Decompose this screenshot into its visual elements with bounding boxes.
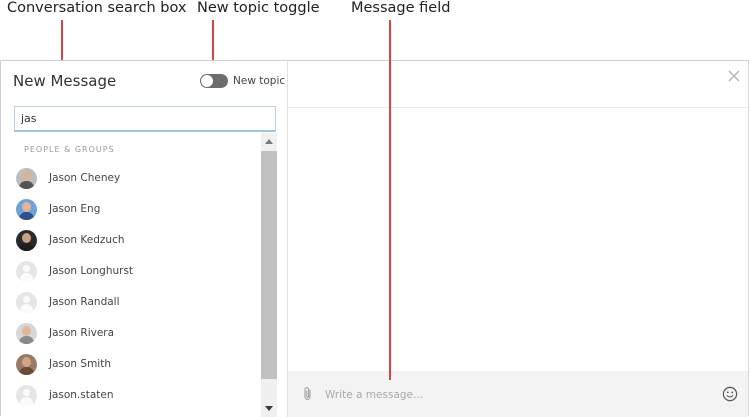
scroll-thumb[interactable] bbox=[261, 151, 277, 379]
smiley-icon[interactable] bbox=[722, 386, 738, 402]
avatar-placeholder bbox=[16, 292, 37, 313]
avatar bbox=[16, 168, 37, 189]
new-topic-toggle[interactable] bbox=[200, 74, 228, 88]
avatar bbox=[16, 323, 37, 344]
message-input[interactable] bbox=[323, 383, 707, 407]
result-name: Jason Longhurst bbox=[49, 265, 134, 277]
scroll-up-arrow-icon[interactable] bbox=[265, 139, 273, 144]
paperclip-icon[interactable] bbox=[301, 386, 315, 402]
new-message-dialog: New Message New topic PEOPLE & GROUPS Ja… bbox=[0, 60, 749, 417]
result-name: Jason Eng bbox=[49, 203, 101, 215]
header-divider bbox=[288, 107, 748, 108]
result-name: jason.staten bbox=[49, 389, 114, 401]
annotation-line-message bbox=[389, 20, 391, 380]
scroll-down-arrow-icon[interactable] bbox=[265, 406, 273, 411]
result-item[interactable]: Jason Rivera bbox=[1, 318, 261, 349]
result-name: Jason Randall bbox=[49, 296, 120, 308]
annotation-message-field: Message field bbox=[351, 0, 451, 16]
result-item[interactable]: Jason Kedzuch bbox=[1, 225, 261, 256]
avatar-placeholder bbox=[16, 261, 37, 282]
avatar bbox=[16, 199, 37, 220]
toggle-knob bbox=[201, 75, 213, 87]
annotation-new-topic-toggle: New topic toggle bbox=[197, 0, 320, 16]
result-item[interactable]: Jason Smith bbox=[1, 349, 261, 380]
new-topic-label: New topic bbox=[233, 75, 286, 87]
result-item[interactable]: Jason Eng bbox=[1, 194, 261, 225]
search-results-list: PEOPLE & GROUPS Jason Cheney Jason Eng J… bbox=[1, 133, 277, 417]
result-name: Jason Cheney bbox=[49, 172, 121, 184]
results-scrollbar[interactable] bbox=[261, 133, 277, 417]
annotation-search-box: Conversation search box bbox=[7, 0, 187, 16]
conversation-search-input[interactable] bbox=[14, 106, 276, 132]
section-label-people-groups: PEOPLE & GROUPS bbox=[24, 145, 115, 154]
recipient-pane: New Message New topic PEOPLE & GROUPS Ja… bbox=[1, 61, 288, 417]
result-name: Jason Kedzuch bbox=[49, 234, 125, 246]
result-item[interactable]: Jason Longhurst bbox=[1, 256, 261, 287]
close-icon[interactable] bbox=[727, 69, 741, 83]
conversation-pane bbox=[288, 61, 748, 417]
avatar-placeholder bbox=[16, 385, 37, 406]
compose-bar bbox=[288, 371, 748, 417]
result-item[interactable]: Jason Randall bbox=[1, 287, 261, 318]
avatar bbox=[16, 230, 37, 251]
dialog-title: New Message bbox=[13, 72, 117, 90]
result-item[interactable]: Jason Cheney bbox=[1, 163, 261, 194]
result-item[interactable]: jason.staten bbox=[1, 380, 261, 411]
result-name: Jason Smith bbox=[49, 358, 112, 370]
result-name: Jason Rivera bbox=[49, 327, 115, 339]
avatar bbox=[16, 354, 37, 375]
